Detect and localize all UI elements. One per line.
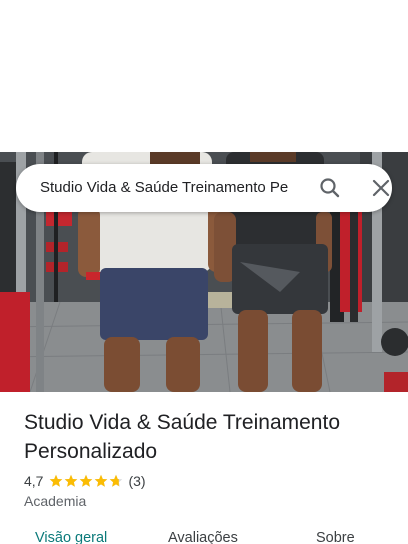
search-bar[interactable]: Studio Vida & Saúde Treinamento Pe [16,164,392,212]
close-button[interactable] [367,176,395,200]
top-blank-area [0,0,408,152]
close-icon [372,179,390,197]
search-input[interactable]: Studio Vida & Saúde Treinamento Pe [40,164,302,212]
star-icon [95,474,108,487]
search-icon [320,178,340,198]
tab-reviews[interactable]: Avaliações [168,530,238,544]
rating-row[interactable]: 4,7 (3) [24,471,146,491]
place-category[interactable]: Academia [24,493,86,509]
search-button[interactable] [316,176,344,200]
star-icon [50,474,63,487]
tab-overview[interactable]: Visão geral [35,530,107,544]
star-icon [65,474,78,487]
place-title: Studio Vida & Saúde Treinamento Personal… [24,411,340,463]
tab-about[interactable]: Sobre [316,530,355,544]
tab-bar: Visão geral Avaliações Sobre [0,530,408,544]
star-icon [110,474,123,487]
place-panel: Studio Vida & Saúde Treinamento Pe Studi… [0,0,408,544]
rating-value: 4,7 [24,473,44,489]
review-count[interactable]: (3) [128,473,145,489]
rating-stars [49,474,124,488]
star-icon [80,474,93,487]
